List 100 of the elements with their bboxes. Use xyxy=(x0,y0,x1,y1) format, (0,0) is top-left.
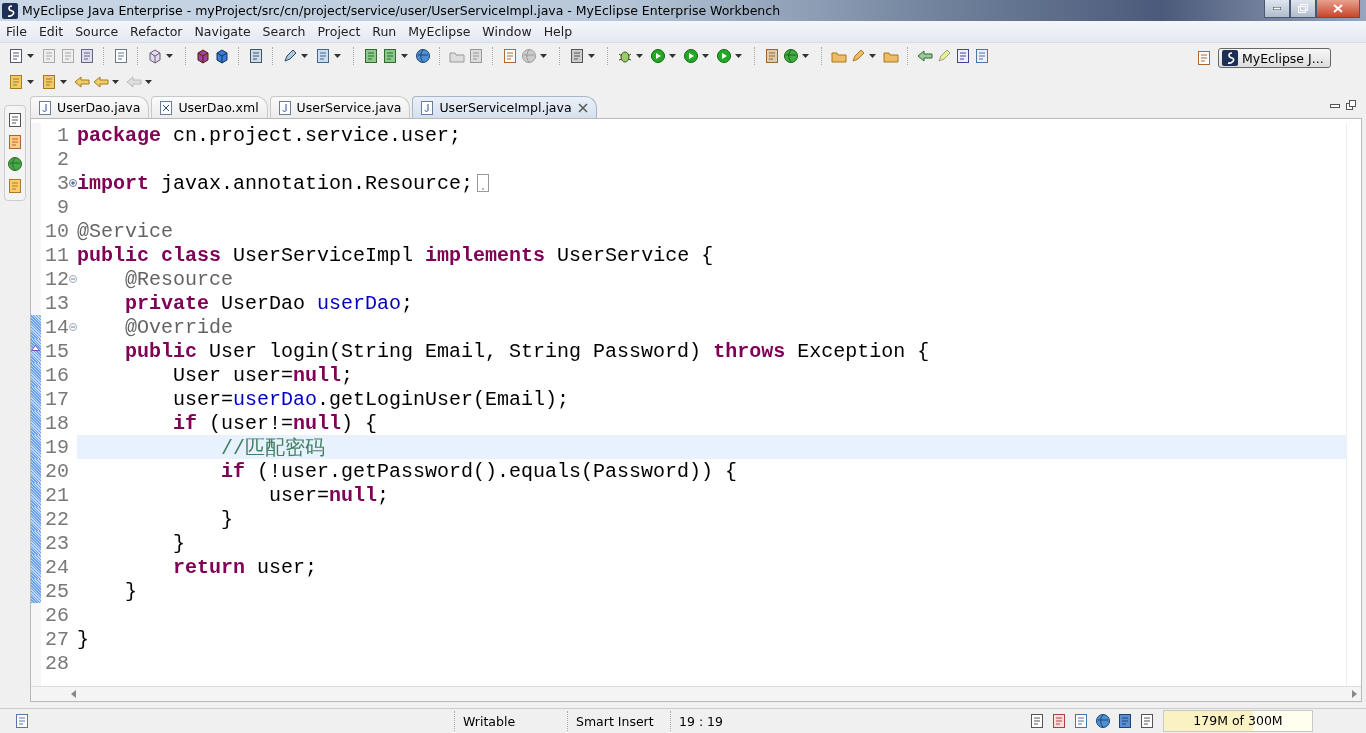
minimize-button[interactable] xyxy=(1264,0,1290,18)
editor-tab[interactable]: UserServiceImpl.java xyxy=(412,96,597,118)
dropdown-caret-icon[interactable] xyxy=(702,54,709,58)
dropdown-caret-icon[interactable] xyxy=(669,54,676,58)
dropdown-caret-icon[interactable] xyxy=(60,80,67,84)
code-line: import javax.annotation.Resource; xyxy=(77,171,474,195)
cube-icon[interactable] xyxy=(195,48,211,64)
dropdown-caret-icon[interactable] xyxy=(301,54,308,58)
code-line: } xyxy=(172,531,186,555)
perspective-button[interactable]: MyEclipse J... xyxy=(1218,48,1331,68)
editor-tab[interactable]: UserDao.java xyxy=(30,96,150,118)
menu-item[interactable]: Refactor xyxy=(124,24,189,39)
line-number: 25 xyxy=(44,579,69,603)
close-icon xyxy=(1333,4,1343,13)
new-file-icon[interactable] xyxy=(8,48,24,64)
cursor-position: 19 : 19 xyxy=(670,711,1029,731)
play-icon[interactable] xyxy=(650,48,666,64)
code-line: if (user!=null) { xyxy=(172,411,378,435)
expand-icon[interactable] xyxy=(69,179,77,187)
dropdown-caret-icon[interactable] xyxy=(540,54,547,58)
menu-item[interactable]: Edit xyxy=(32,24,70,39)
code-line: user=userDao.getLoginUser(Email); xyxy=(172,387,570,411)
code-line: public class UserServiceImpl implements UserService { xyxy=(77,243,714,267)
dropdown-caret-icon[interactable] xyxy=(166,54,173,58)
maximize-button[interactable] xyxy=(1290,0,1316,18)
menu-item[interactable]: Source xyxy=(69,24,125,39)
menu-item[interactable]: Run xyxy=(366,24,403,39)
menu-item[interactable]: Window xyxy=(476,24,538,39)
dropdown-caret-icon[interactable] xyxy=(802,54,809,58)
globe-icon[interactable] xyxy=(1095,713,1111,729)
line-number: 22 xyxy=(44,507,69,531)
code-line: @Resource xyxy=(124,267,234,291)
code-line: return user; xyxy=(172,555,318,579)
line-number: 9 xyxy=(56,195,69,219)
code-line: public User login(String Email, String Password) throws Exception { xyxy=(124,339,930,363)
globe-icon[interactable] xyxy=(415,48,431,64)
window-title: MyEclipse Java Enterprise - myProject/src/cn/project/service/user/UserServiceImpl.java - MyEclipse Enterprise Workbench xyxy=(22,3,782,18)
code-line: //匹配密码 xyxy=(220,435,326,461)
code-line: user=null; xyxy=(268,483,390,507)
code-line: User user=null; xyxy=(172,363,354,387)
bug-icon[interactable] xyxy=(617,48,633,64)
line-number: 20 xyxy=(44,459,69,483)
app-logo-icon xyxy=(2,2,18,19)
dropdown-caret-icon[interactable] xyxy=(401,54,408,58)
insert-mode-status: Smart Insert xyxy=(567,711,670,731)
code-line: @Service xyxy=(77,219,173,243)
close-button[interactable] xyxy=(1316,0,1360,18)
dropdown-caret-icon[interactable] xyxy=(588,54,595,58)
dropdown-caret-icon[interactable] xyxy=(735,54,742,58)
menu-item[interactable]: Search xyxy=(256,24,312,39)
line-number: 13 xyxy=(44,291,69,315)
folded-code-icon[interactable] xyxy=(477,174,490,192)
close-icon[interactable] xyxy=(577,102,588,113)
menu-item[interactable]: Project xyxy=(311,24,367,39)
scroll-left-icon[interactable] xyxy=(71,690,76,698)
code-line: private UserDao userDao; xyxy=(124,291,414,315)
line-number: 19 xyxy=(44,435,69,459)
dropdown-caret-icon[interactable] xyxy=(145,80,152,84)
code-line: package cn.project.service.user; xyxy=(77,123,462,147)
line-number: 23 xyxy=(44,531,69,555)
jar-icon[interactable] xyxy=(147,48,163,64)
java-file-icon xyxy=(278,100,291,115)
menu-item[interactable]: File xyxy=(0,24,33,39)
line-number: 10 xyxy=(44,219,69,243)
app-logo-icon xyxy=(1222,50,1238,66)
dropdown-caret-icon[interactable] xyxy=(334,54,341,58)
java-file-icon xyxy=(421,100,434,115)
minimize-icon xyxy=(1273,7,1281,10)
editor-tab[interactable]: UserDao.xml xyxy=(151,96,268,118)
dropdown-caret-icon[interactable] xyxy=(27,80,34,84)
scroll-right-icon[interactable] xyxy=(1352,690,1357,698)
xml-file-icon xyxy=(160,100,173,115)
menu-item[interactable]: Navigate xyxy=(188,24,257,39)
dropdown-caret-icon[interactable] xyxy=(636,54,643,58)
line-number: 3 xyxy=(56,171,69,195)
editor-tab[interactable]: UserService.java xyxy=(269,96,411,118)
memory-meter[interactable]: 179M of 300M xyxy=(1163,710,1313,732)
menu-item[interactable]: MyEclipse xyxy=(402,24,477,39)
java-file-icon xyxy=(39,100,51,115)
back-edit-icon[interactable] xyxy=(74,74,90,90)
horizontal-scrollbar[interactable] xyxy=(31,686,1361,701)
line-number: 12 xyxy=(44,267,69,291)
line-number: 28 xyxy=(44,651,69,675)
code-line: @Override xyxy=(124,315,234,339)
line-number: 11 xyxy=(44,243,69,267)
dropdown-caret-icon[interactable] xyxy=(112,80,119,84)
dropdown-caret-icon[interactable] xyxy=(27,54,34,58)
menu-item[interactable]: Help xyxy=(537,24,579,39)
cube-icon[interactable] xyxy=(214,48,230,64)
minimize-icon[interactable] xyxy=(1330,104,1340,108)
memory-reading: 179M of 300M xyxy=(1192,713,1284,728)
code-line: } xyxy=(77,627,89,651)
dropdown-caret-icon[interactable] xyxy=(869,54,876,58)
line-number: 21 xyxy=(44,483,69,507)
code-line: } xyxy=(124,579,137,603)
line-number: 14 xyxy=(44,315,69,339)
line-number: 18 xyxy=(44,411,69,435)
line-number: 2 xyxy=(56,147,69,171)
line-number: 27 xyxy=(44,627,69,651)
code-line: } xyxy=(220,507,234,531)
